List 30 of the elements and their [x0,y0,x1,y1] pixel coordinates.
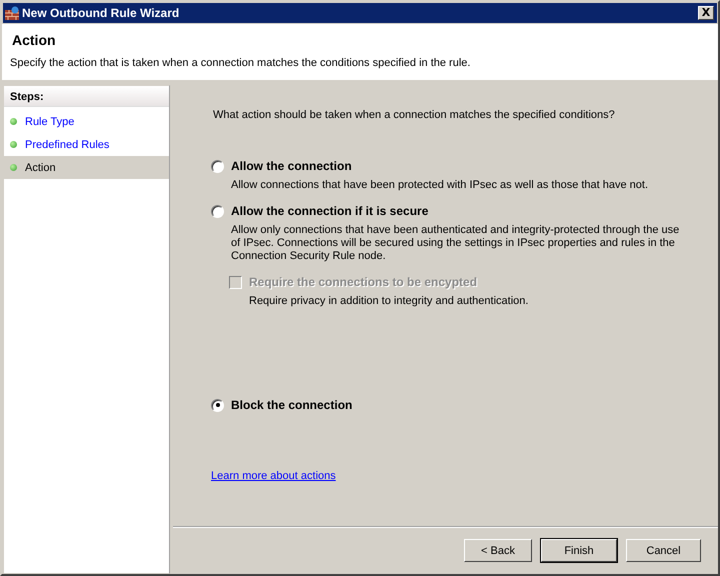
option-description: Allow only connections that have been authenticated and integrity-protected through the use of IPsec. Connections will be secured using the settings in IPsec properties and rules in the Connection Security Rule node. [231,224,680,263]
wizard-button[interactable]: Cancel [626,539,701,562]
status-dot-icon [10,164,17,171]
wizard-button[interactable]: < Back [464,539,532,562]
page-title: Action [12,32,57,48]
step-item[interactable]: Action [4,156,169,179]
steps-heading: Steps: [4,86,169,107]
step-item[interactable]: Rule Type [4,110,169,133]
page-description: Specify the action that is taken when a connection matches the conditions specified in the rule. [10,57,472,69]
option-description: Allow connections that have been protected with IPsec as well as those that have not. [231,179,650,192]
close-button[interactable]: X [698,6,714,20]
radio-button[interactable] [211,204,224,218]
radio-button[interactable] [211,398,224,412]
step-label: Action [25,162,56,174]
wizard-button[interactable]: Finish [541,539,617,562]
window-title: New Outbound Rule Wizard [22,6,180,20]
option-label: Allow the connection if it is secure [231,204,428,218]
status-dot-icon [10,118,17,125]
status-dot-icon [10,141,17,148]
option-label: Allow the connection [231,159,352,173]
brick-wall-icon [5,6,19,20]
option-label: Block the connection [231,398,352,412]
radio-button[interactable] [211,160,224,172]
option-description: Require privacy in addition to integrity and authentication. [249,295,530,308]
step-item[interactable]: Predefined Rules [4,133,169,156]
option-label: Require the connections to be encypted [249,275,478,289]
step-label: Predefined Rules [25,138,110,150]
learn-more-link[interactable]: Learn more about actions [211,470,336,482]
step-label: Rule Type [25,116,74,128]
question-text: What action should be taken when a connection matches the specified conditions? [213,109,616,121]
